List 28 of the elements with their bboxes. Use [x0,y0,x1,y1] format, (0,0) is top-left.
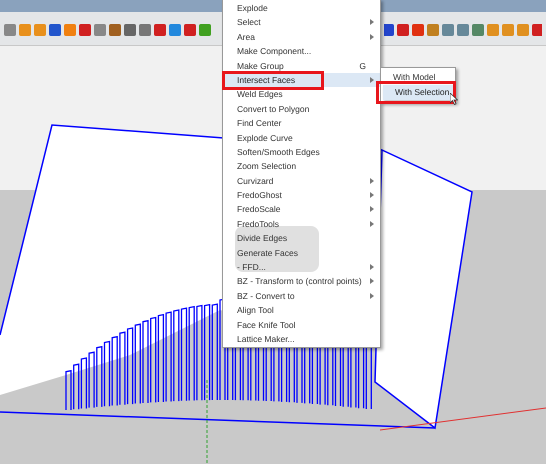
menu-item[interactable]: FredoTools [223,216,380,232]
toolbar-icons-drawing[interactable] [384,23,542,37]
menu-item[interactable]: - FFD... [223,260,380,274]
menu-item[interactable]: Face Knife Tool [223,318,380,332]
menu-item[interactable]: Make Component... [223,44,380,59]
menu-item[interactable]: Area [223,30,380,44]
menu-item[interactable]: Zoom Selection [223,159,380,174]
menu-item[interactable]: Make Group G [223,58,380,73]
menu-item[interactable]: Align Tool [223,303,380,318]
menu-item[interactable]: With Selection [383,85,453,100]
menu-item[interactable]: FredoScale [223,202,380,217]
shortcut-label: G [359,60,366,73]
menu-item[interactable]: Find Center [223,116,380,131]
menu-item[interactable]: Weld Edges [223,87,380,102]
menu-item[interactable]: Soften/Smooth Edges [223,144,380,160]
menu-item[interactable]: Divide Edges [223,231,380,246]
menu-item[interactable]: Generate Faces [223,246,380,260]
menu-item[interactable]: BZ - Convert to [223,288,380,304]
menu-item[interactable]: BZ - Transform to (control points) [223,274,380,289]
menu-item[interactable]: FredoGhost [223,188,380,202]
menu-item[interactable]: Curvizard [223,174,380,188]
menu-item[interactable]: Explode Curve [223,130,380,145]
menu-item[interactable]: Explode [223,1,380,16]
menu-item[interactable]: Lattice Maker... [223,332,380,346]
menu-item[interactable]: Select [223,15,380,30]
toolbar-icons-drawing[interactable] [4,23,211,37]
menu-item[interactable]: With Model [381,70,455,85]
menu-item[interactable]: Convert to Polygon [223,102,380,116]
